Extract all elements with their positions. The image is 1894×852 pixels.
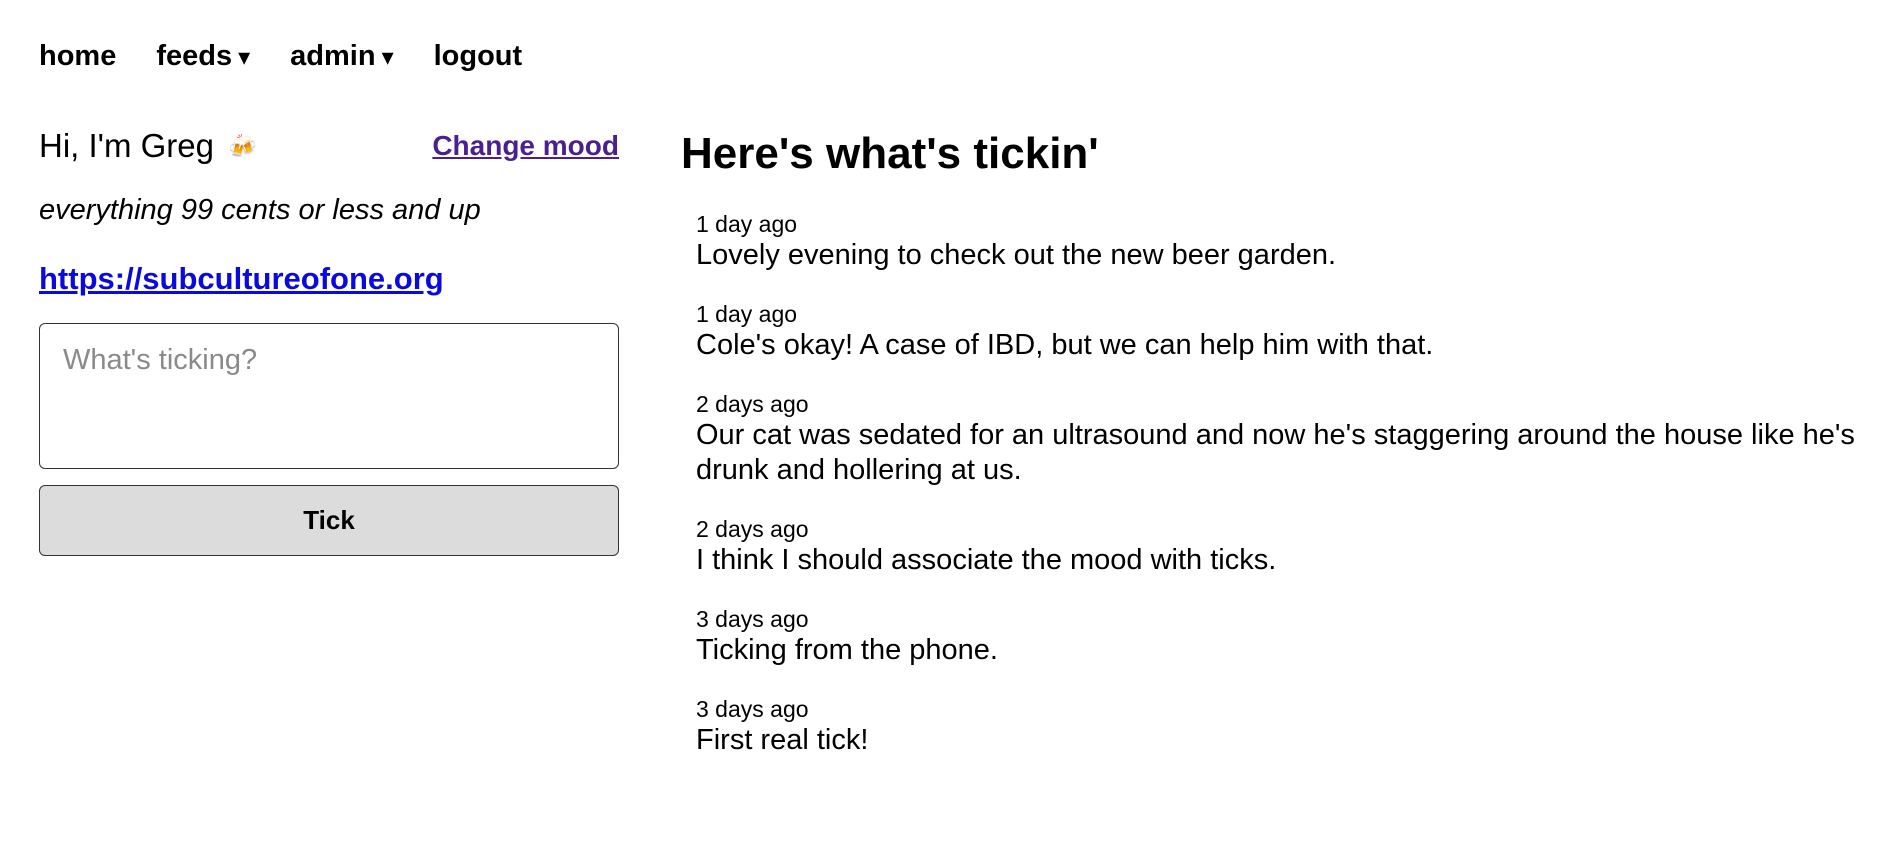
nav-admin-dropdown[interactable]: admin ▾ — [290, 40, 393, 73]
tick-timestamp: 1 day ago — [696, 301, 798, 327]
tick-item: 2 days ago Our cat was sedated for an ul… — [696, 390, 1861, 488]
chevron-down-icon: ▾ — [381, 44, 394, 71]
tick-input[interactable] — [39, 323, 619, 469]
nav-logout-link[interactable]: logout — [434, 40, 523, 73]
tick-item: 1 day ago Lovely evening to check out th… — [696, 210, 1861, 273]
tick-list: 1 day ago Lovely evening to check out th… — [681, 210, 1861, 758]
nav-admin-label: admin — [290, 40, 376, 72]
nav-feeds-label: feeds — [156, 40, 233, 72]
tick-item: 2 days ago I think I should associate th… — [696, 515, 1861, 578]
tick-text: First real tick! — [696, 724, 869, 756]
feed-title: Here's what's tickin' — [681, 129, 1099, 178]
tick-item: 1 day ago Cole's okay! A case of IBD, bu… — [696, 300, 1861, 363]
tick-text: Lovely evening to check out the new beer… — [696, 239, 1337, 271]
tick-timestamp: 3 days ago — [696, 696, 809, 722]
tick-timestamp: 3 days ago — [696, 606, 809, 632]
profile-tagline: everything 99 cents or less and up — [39, 194, 481, 226]
greeting-row: Hi, I'm Greg 🍻 Change mood — [39, 126, 619, 166]
greeting: Hi, I'm Greg 🍻 — [39, 127, 257, 165]
change-mood-link[interactable]: Change mood — [432, 130, 619, 162]
tick-timestamp: 1 day ago — [696, 211, 798, 237]
nav-home-label: home — [39, 40, 117, 72]
tick-text: Our cat was sedated for an ultrasound an… — [696, 419, 1855, 486]
tick-feed: Here's what's tickin' 1 day ago Lovely e… — [681, 126, 1861, 785]
tick-item: 3 days ago First real tick! — [696, 695, 1861, 758]
beer-mug-icon: 🍻 — [228, 133, 257, 159]
tick-text: I think I should associate the mood with… — [696, 544, 1277, 576]
tick-text: Cole's okay! A case of IBD, but we can h… — [696, 329, 1434, 361]
website-link[interactable]: https://subcultureofone.org — [39, 261, 444, 297]
chevron-down-icon: ▾ — [238, 44, 251, 71]
tick-item: 3 days ago Ticking from the phone. — [696, 605, 1861, 668]
tick-text: Ticking from the phone. — [696, 634, 998, 666]
top-nav: home feeds ▾ admin ▾ logout — [39, 40, 522, 73]
nav-logout-label: logout — [433, 40, 523, 72]
profile-sidebar: Hi, I'm Greg 🍻 Change mood everything 99… — [39, 126, 619, 556]
tick-timestamp: 2 days ago — [696, 516, 809, 542]
tick-button[interactable]: Tick — [39, 485, 619, 556]
tick-timestamp: 2 days ago — [696, 391, 809, 417]
nav-home-link[interactable]: home — [39, 40, 116, 73]
nav-feeds-dropdown[interactable]: feeds ▾ — [156, 40, 250, 73]
greeting-text: Hi, I'm Greg — [39, 127, 214, 164]
